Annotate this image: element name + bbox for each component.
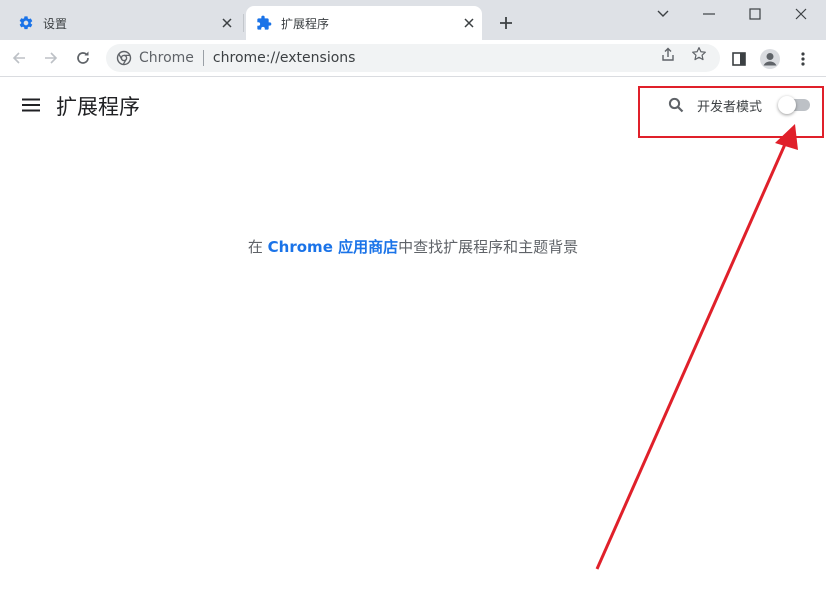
toolbar: Chrome chrome://extensions: [0, 40, 826, 77]
arrow-left-icon: [12, 52, 25, 64]
kebab-menu-icon: [801, 52, 805, 66]
back-button[interactable]: [6, 45, 32, 71]
chevron-down-button[interactable]: [640, 0, 686, 28]
tab-separator: [243, 14, 244, 32]
empty-suffix: 中查找扩展程序和主题背景: [398, 238, 579, 256]
bookmark-button[interactable]: [686, 45, 712, 63]
omnibox-url: chrome://extensions: [212, 50, 356, 66]
reload-icon: [77, 51, 89, 64]
maximize-icon: [749, 8, 761, 20]
hamburger-button[interactable]: [20, 95, 42, 115]
page-title: 扩展程序: [56, 95, 140, 119]
share-button[interactable]: [655, 45, 681, 63]
profile-button[interactable]: [757, 46, 783, 72]
side-panel-icon: [732, 52, 746, 66]
side-panel-button[interactable]: [726, 46, 752, 72]
chrome-icon: [116, 50, 132, 66]
tab-title: 设置: [43, 16, 68, 31]
puzzle-icon: [256, 15, 272, 31]
star-icon: [692, 47, 706, 61]
empty-state-message: 在 Chrome 应用商店中查找扩展程序和主题背景: [0, 236, 826, 257]
window-close-button[interactable]: [778, 0, 824, 28]
minimize-icon: [703, 13, 715, 15]
close-icon[interactable]: [218, 14, 236, 32]
close-icon[interactable]: [460, 14, 478, 32]
address-bar[interactable]: Chrome chrome://extensions: [106, 44, 720, 72]
new-tab-button[interactable]: [495, 12, 517, 34]
chevron-down-icon: [657, 10, 669, 17]
plus-icon: [500, 17, 512, 29]
omnibox-origin: Chrome: [139, 50, 194, 66]
tab-title: 扩展程序: [281, 16, 330, 31]
empty-prefix: 在: [247, 238, 268, 256]
tab-settings[interactable]: 设置: [8, 6, 240, 40]
reload-button[interactable]: [70, 45, 96, 71]
share-icon: [662, 47, 674, 61]
maximize-button[interactable]: [732, 0, 778, 28]
omnibox-divider: [202, 50, 204, 66]
tab-strip: 设置 扩展程序: [0, 0, 826, 40]
avatar-icon: [760, 49, 780, 69]
close-icon: [795, 8, 807, 20]
web-store-link[interactable]: Chrome 应用商店: [268, 238, 398, 256]
tab-extensions[interactable]: 扩展程序: [246, 6, 482, 40]
annotation-highlight-box: [638, 86, 824, 138]
forward-button[interactable]: [38, 45, 64, 71]
minimize-button[interactable]: [686, 0, 732, 28]
gear-icon: [18, 15, 34, 31]
hamburger-icon: [22, 98, 40, 112]
menu-button[interactable]: [790, 46, 816, 72]
arrow-right-icon: [45, 52, 58, 64]
